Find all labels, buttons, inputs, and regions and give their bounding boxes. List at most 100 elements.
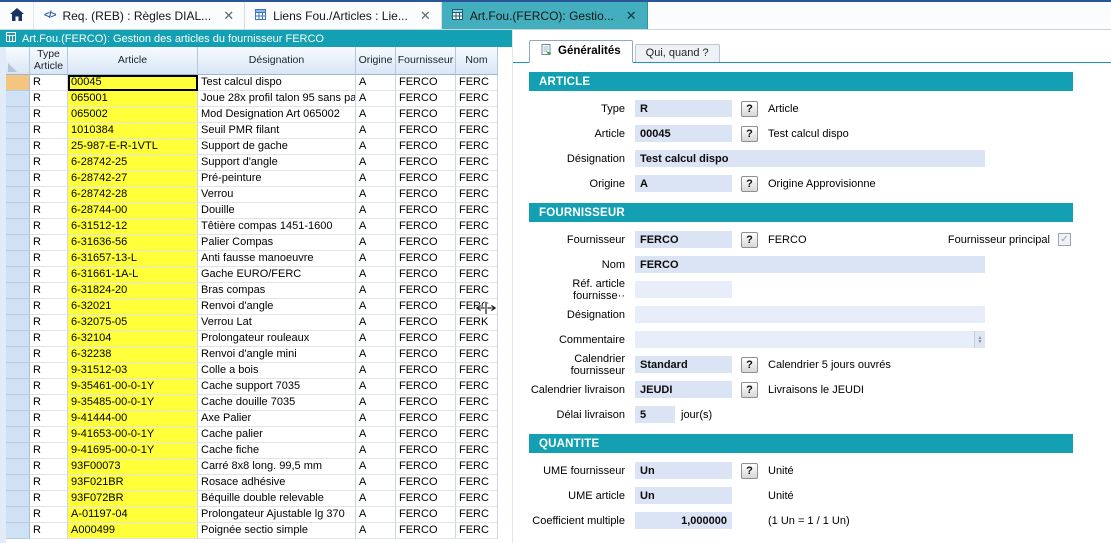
- cell-type[interactable]: R: [30, 171, 68, 187]
- tab-req-reb[interactable]: </> Req. (REB) : Règles DIAL... ✕: [34, 2, 245, 29]
- tab-art-fou-ferco[interactable]: Art.Fou.(FERCO): Gestio... ✕: [442, 2, 648, 29]
- cell-article[interactable]: A-01197-04: [68, 507, 198, 523]
- field-input[interactable]: ▲▼: [635, 331, 985, 348]
- cell-origine[interactable]: A: [356, 459, 396, 475]
- cell-article[interactable]: 9-41653-00-0-1Y: [68, 427, 198, 443]
- cell-origine[interactable]: A: [356, 363, 396, 379]
- cell-type[interactable]: R: [30, 203, 68, 219]
- row-selector[interactable]: [6, 331, 30, 347]
- row-selector[interactable]: [6, 251, 30, 267]
- cell-designation[interactable]: Anti fausse manoeuvre: [198, 251, 356, 267]
- cell-nom[interactable]: FERC: [456, 379, 498, 395]
- row-selector[interactable]: [6, 347, 30, 363]
- row-selector[interactable]: [6, 523, 30, 539]
- cell-designation[interactable]: Pré-peinture: [198, 171, 356, 187]
- cell-designation[interactable]: Colle a bois: [198, 363, 356, 379]
- lookup-button[interactable]: ?: [741, 232, 758, 248]
- cell-fournisseur[interactable]: FERCO: [396, 427, 456, 443]
- cell-fournisseur[interactable]: FERCO: [396, 491, 456, 507]
- field-input[interactable]: [635, 306, 985, 323]
- cell-nom[interactable]: FERC: [456, 395, 498, 411]
- cell-type[interactable]: R: [30, 523, 68, 539]
- col-header-fournisseur[interactable]: Fournisseur: [396, 47, 456, 75]
- cell-origine[interactable]: A: [356, 331, 396, 347]
- row-selector[interactable]: [6, 411, 30, 427]
- cell-designation[interactable]: Support d'angle: [198, 155, 356, 171]
- lookup-button[interactable]: ?: [741, 382, 758, 398]
- cell-nom[interactable]: FERC: [456, 491, 498, 507]
- cell-type[interactable]: R: [30, 491, 68, 507]
- lookup-button[interactable]: ?: [741, 101, 758, 117]
- cell-fournisseur[interactable]: FERCO: [396, 235, 456, 251]
- cell-type[interactable]: R: [30, 267, 68, 283]
- cell-designation[interactable]: Renvoi d'angle: [198, 299, 356, 315]
- cell-type[interactable]: R: [30, 75, 68, 91]
- field-input[interactable]: 00045: [635, 125, 732, 142]
- cell-origine[interactable]: A: [356, 155, 396, 171]
- cell-article[interactable]: 00045: [68, 75, 198, 91]
- cell-fournisseur[interactable]: FERCO: [396, 379, 456, 395]
- cell-article[interactable]: 6-28742-27: [68, 171, 198, 187]
- cell-designation[interactable]: Têtière compas 1451-1600: [198, 219, 356, 235]
- row-selector[interactable]: [6, 459, 30, 475]
- close-tab-icon[interactable]: ✕: [420, 9, 431, 22]
- cell-nom[interactable]: FERC: [456, 363, 498, 379]
- cell-type[interactable]: R: [30, 123, 68, 139]
- cell-origine[interactable]: A: [356, 379, 396, 395]
- cell-article[interactable]: 6-31657-13-L: [68, 251, 198, 267]
- cell-type[interactable]: R: [30, 139, 68, 155]
- cell-nom[interactable]: FERC: [456, 459, 498, 475]
- cell-fournisseur[interactable]: FERCO: [396, 219, 456, 235]
- cell-origine[interactable]: A: [356, 219, 396, 235]
- cell-nom[interactable]: FERC: [456, 75, 498, 91]
- field-input[interactable]: 1,000000: [635, 512, 732, 529]
- row-selector[interactable]: [6, 507, 30, 523]
- row-selector[interactable]: [6, 363, 30, 379]
- cell-article[interactable]: A000499: [68, 523, 198, 539]
- cell-designation[interactable]: Test calcul dispo: [198, 75, 356, 91]
- cell-designation[interactable]: Poignée sectio simple: [198, 523, 356, 539]
- cell-nom[interactable]: FERC: [456, 443, 498, 459]
- cell-nom[interactable]: FERC: [456, 523, 498, 539]
- lookup-button[interactable]: ?: [741, 176, 758, 192]
- cell-designation[interactable]: Verrou Lat: [198, 315, 356, 331]
- cell-nom[interactable]: FERC: [456, 123, 498, 139]
- cell-nom[interactable]: FERC: [456, 187, 498, 203]
- row-selector[interactable]: [6, 123, 30, 139]
- field-input[interactable]: Un: [635, 462, 732, 479]
- cell-article[interactable]: 1010384: [68, 123, 198, 139]
- cell-fournisseur[interactable]: FERCO: [396, 139, 456, 155]
- cell-origine[interactable]: A: [356, 107, 396, 123]
- close-tab-icon[interactable]: ✕: [626, 9, 637, 22]
- cell-type[interactable]: R: [30, 475, 68, 491]
- cell-article[interactable]: 6-31636-56: [68, 235, 198, 251]
- cell-origine[interactable]: A: [356, 491, 396, 507]
- cell-designation[interactable]: Joue 28x profil talon 95 sans pa: [198, 91, 356, 107]
- cell-article[interactable]: 93F072BR: [68, 491, 198, 507]
- row-selector[interactable]: [6, 187, 30, 203]
- cell-nom[interactable]: FERC: [456, 139, 498, 155]
- cell-fournisseur[interactable]: FERCO: [396, 363, 456, 379]
- cell-article[interactable]: 6-32021: [68, 299, 198, 315]
- cell-type[interactable]: R: [30, 219, 68, 235]
- field-input[interactable]: R: [635, 100, 732, 117]
- field-input[interactable]: Test calcul dispo: [635, 150, 985, 167]
- cell-fournisseur[interactable]: FERCO: [396, 75, 456, 91]
- cell-type[interactable]: R: [30, 283, 68, 299]
- cell-type[interactable]: R: [30, 395, 68, 411]
- cell-nom[interactable]: FERC: [456, 331, 498, 347]
- cell-origine[interactable]: A: [356, 347, 396, 363]
- cell-origine[interactable]: A: [356, 91, 396, 107]
- col-header-type-article[interactable]: Type Article: [30, 47, 68, 75]
- cell-designation[interactable]: Cache support 7035: [198, 379, 356, 395]
- cell-designation[interactable]: Rosace adhésive: [198, 475, 356, 491]
- cell-designation[interactable]: Palier Compas: [198, 235, 356, 251]
- cell-article[interactable]: 6-32238: [68, 347, 198, 363]
- cell-designation[interactable]: Cache douille 7035: [198, 395, 356, 411]
- cell-nom[interactable]: FERC: [456, 267, 498, 283]
- cell-type[interactable]: R: [30, 427, 68, 443]
- cell-nom[interactable]: FERC: [456, 475, 498, 491]
- field-input[interactable]: Standard: [635, 356, 732, 373]
- cell-origine[interactable]: A: [356, 235, 396, 251]
- field-input[interactable]: Un: [635, 487, 732, 504]
